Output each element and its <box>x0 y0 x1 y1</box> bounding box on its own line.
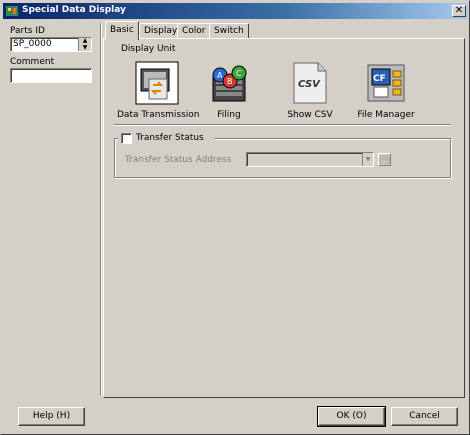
unit-label: File Manager <box>357 110 415 120</box>
tab-switch[interactable]: Switch <box>209 23 249 39</box>
dialog-window: Special Data Display ✕ Parts ID SP_0000 … <box>0 0 470 435</box>
unit-label: Filing <box>217 110 241 120</box>
app-icon <box>6 6 18 16</box>
transfer-status-label: Transfer Status <box>136 133 204 143</box>
transfer-status-address-label: Transfer Status Address <box>125 155 232 165</box>
left-divider <box>100 23 102 395</box>
tab-basic[interactable]: Basic <box>105 21 139 40</box>
data-transmission-icon <box>135 61 179 105</box>
window-title: Special Data Display <box>22 5 126 15</box>
keypad-icon <box>379 155 390 164</box>
file-manager-icon-text: CF <box>373 74 386 84</box>
help-button[interactable]: Help (H) <box>18 407 85 426</box>
filing-letter-c: C <box>236 69 242 78</box>
transfer-status-address-select[interactable]: ▼ <box>246 152 374 167</box>
spin-down-icon[interactable]: ▼ <box>79 44 91 52</box>
tab-color[interactable]: Color <box>177 23 211 39</box>
parts-id-spinner[interactable]: ▲ ▼ <box>78 38 91 51</box>
filing-letter-a: A <box>217 71 223 80</box>
cancel-button[interactable]: Cancel <box>391 407 458 426</box>
transfer-status-checkbox[interactable] <box>121 133 132 144</box>
address-browse-button[interactable] <box>378 153 391 166</box>
ok-button[interactable]: OK (O) <box>317 406 386 427</box>
close-icon: ✕ <box>454 5 464 16</box>
filing-letter-b: B <box>227 77 233 86</box>
tab-display[interactable]: Display <box>139 23 183 39</box>
unit-data-transmission[interactable]: Data Transmission <box>117 61 200 120</box>
file-manager-icon: CF <box>367 64 405 102</box>
chevron-down-icon[interactable]: ▼ <box>362 153 373 166</box>
unit-label: Data Transmission <box>117 110 200 120</box>
parts-id-field[interactable]: SP_0000 ▲ ▼ <box>10 37 92 52</box>
unit-show-csv[interactable]: CSV Show CSV <box>284 61 336 120</box>
filing-icon: A B C <box>212 65 247 102</box>
parts-id-value: SP_0000 <box>13 39 52 49</box>
unit-file-manager[interactable]: CF File Manager <box>355 61 417 120</box>
separator <box>114 124 451 126</box>
unit-label: Show CSV <box>287 110 333 120</box>
title-bar: Special Data Display ✕ <box>3 3 468 19</box>
csv-icon-text: CSV <box>298 79 321 90</box>
parts-id-label: Parts ID <box>10 26 45 36</box>
display-unit-label: Display Unit <box>121 44 176 54</box>
csv-icon: CSV <box>293 62 327 104</box>
comment-label: Comment <box>10 57 55 67</box>
comment-field[interactable] <box>10 68 92 83</box>
close-button[interactable]: ✕ <box>452 5 466 17</box>
unit-filing[interactable]: A B C Filing <box>204 61 254 120</box>
